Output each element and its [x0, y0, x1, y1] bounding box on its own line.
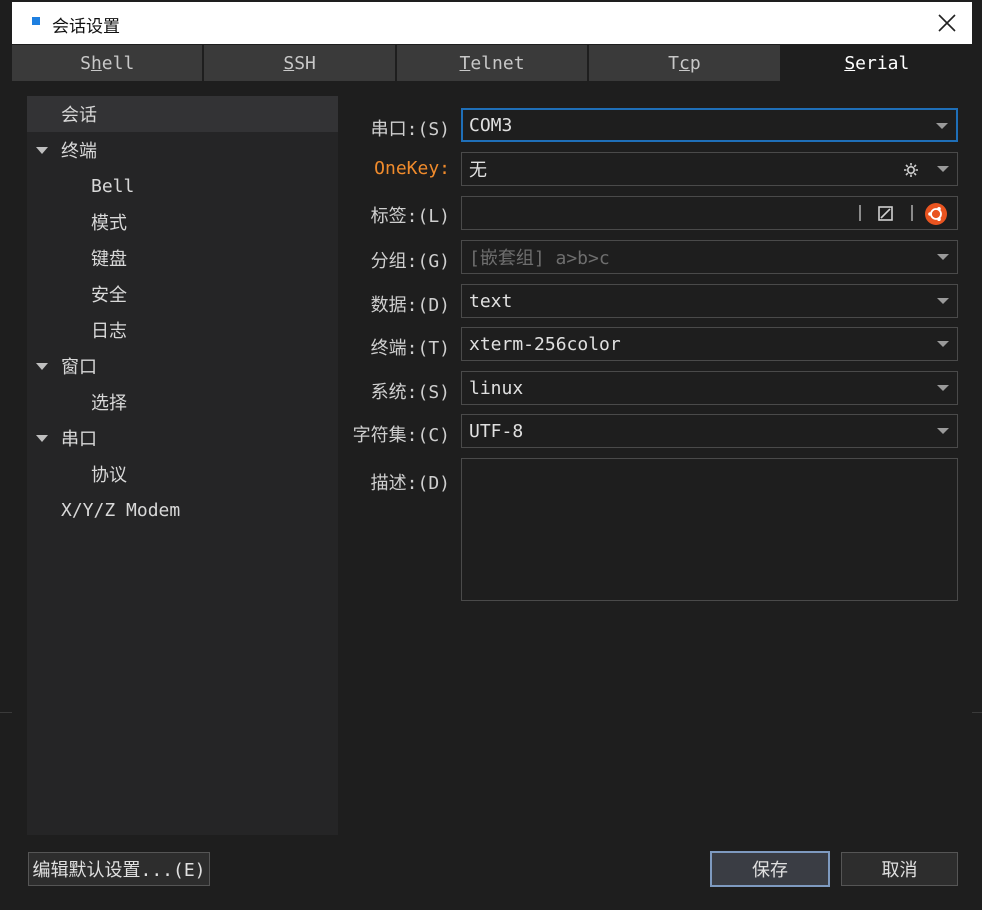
system-select[interactable]: linux: [461, 371, 958, 405]
edit-defaults-button[interactable]: 编辑默认设置...(E): [28, 852, 210, 886]
title-bar: 会话设置: [12, 2, 972, 44]
tree-item-label: 日志: [91, 321, 127, 342]
group-select[interactable]: [嵌套组] a>b>c: [461, 240, 958, 274]
tree-item-xyz-modem[interactable]: X/Y/Z Modem: [61, 492, 180, 528]
tab-label: p: [689, 52, 701, 74]
tree-item-mode[interactable]: 模式: [91, 204, 127, 240]
close-icon: [938, 14, 956, 32]
port-value: COM3: [469, 114, 513, 136]
chevron-down-icon: [937, 254, 949, 260]
tab-label: T: [668, 52, 679, 74]
tab-label: erial: [855, 52, 910, 74]
tab-telnet[interactable]: Telnet: [396, 45, 590, 81]
expand-arrow-icon[interactable]: [36, 147, 48, 154]
tab-label: S: [80, 52, 91, 74]
tree-item-bell[interactable]: Bell: [91, 168, 134, 204]
chevron-down-icon: [937, 385, 949, 391]
window-title: 会话设置: [52, 17, 120, 37]
tree-item-label: X/Y/Z Modem: [61, 499, 181, 521]
close-button[interactable]: [922, 2, 972, 44]
tab-ssh[interactable]: S SH: [204, 45, 397, 81]
tree-item-label: Bell: [91, 175, 135, 197]
tree-item-log[interactable]: 日志: [91, 312, 127, 348]
tab-mnemonic: S: [844, 52, 856, 74]
clear-icon[interactable]: [878, 206, 893, 221]
frame-divider: [0, 712, 12, 713]
tree-item-label: 终端: [61, 141, 97, 162]
tab-bar: Sh ell S SH Telnet Tcp Serial: [12, 45, 973, 81]
tag-label: 标签:(L): [370, 206, 450, 227]
tree-item-window[interactable]: 窗口: [61, 348, 97, 384]
tree-item-session[interactable]: 会话: [27, 96, 338, 132]
tab-mnemonic: S: [283, 52, 295, 74]
onekey-value: 无: [469, 160, 487, 181]
chevron-down-icon: [937, 341, 949, 347]
port-select[interactable]: COM3: [461, 108, 958, 142]
terminal-select[interactable]: xterm-256color: [461, 327, 958, 361]
tree-item-terminal[interactable]: 终端: [61, 132, 97, 168]
tab-shell[interactable]: Sh ell: [12, 45, 205, 81]
settings-tree: 会话 终端 Bell 模式 键盘 安全 日志 窗口 选择 串口 协议 X/Y/Z…: [27, 96, 338, 835]
tab-label: elnet: [470, 52, 525, 74]
system-label: 系统:(S): [370, 382, 450, 403]
tab-serial[interactable]: Serial: [781, 45, 973, 81]
tree-item-keyboard[interactable]: 键盘: [91, 240, 127, 276]
tree-item-protocol[interactable]: 协议: [91, 456, 127, 492]
tab-mnemonic: h: [90, 52, 102, 74]
tree-item-label: 模式: [91, 213, 127, 234]
tab-mnemonic: c: [679, 52, 690, 74]
tree-item-label: 键盘: [91, 249, 127, 270]
frame-divider: [972, 712, 982, 713]
charset-value: UTF-8: [469, 420, 524, 442]
group-placeholder: [嵌套组] a>b>c: [469, 248, 610, 269]
expand-arrow-icon[interactable]: [36, 363, 48, 370]
app-icon: [32, 17, 40, 25]
tab-mnemonic: T: [459, 52, 471, 74]
chevron-down-icon: [937, 428, 949, 434]
save-button[interactable]: 保存: [710, 851, 830, 887]
dialog-body: Sh ell S SH Telnet Tcp Serial 会话 终端 Bell 模…: [12, 44, 973, 902]
tab-tcp[interactable]: Tcp: [589, 45, 782, 81]
chevron-down-icon: [937, 298, 949, 304]
tree-item-security[interactable]: 安全: [91, 276, 127, 312]
chevron-down-icon: [936, 123, 948, 129]
onekey-select[interactable]: 无: [461, 152, 958, 186]
tree-item-selection[interactable]: 选择: [91, 384, 127, 420]
tree-item-serial[interactable]: 串口: [61, 420, 97, 456]
chevron-down-icon: [937, 166, 949, 172]
gear-icon[interactable]: [903, 162, 919, 178]
cancel-button[interactable]: 取消: [841, 852, 958, 886]
charset-label: 字符集:(C): [352, 425, 450, 446]
onekey-label: OneKey:: [374, 158, 450, 179]
tree-item-label: 窗口: [61, 357, 97, 378]
tree-item-label: 选择: [91, 393, 127, 414]
charset-select[interactable]: UTF-8: [461, 414, 958, 448]
tree-item-label: 会话: [61, 105, 97, 126]
tag-input[interactable]: [461, 196, 958, 230]
description-textarea[interactable]: [461, 458, 958, 601]
ubuntu-icon[interactable]: [925, 203, 947, 225]
separator: [911, 205, 913, 221]
data-value: text: [469, 290, 513, 312]
separator: [859, 205, 861, 221]
tab-label: ell: [101, 52, 135, 74]
tree-item-label: 串口: [61, 429, 97, 450]
expand-arrow-icon[interactable]: [36, 435, 48, 442]
tree-item-label: 安全: [91, 285, 127, 306]
description-label: 描述:(D): [370, 473, 450, 494]
data-label: 数据:(D): [370, 295, 450, 316]
system-value: linux: [469, 377, 524, 399]
tab-label: SH: [294, 52, 316, 74]
terminal-label: 终端:(T): [370, 338, 450, 359]
tree-item-label: 协议: [91, 465, 127, 486]
port-label: 串口:(S): [370, 119, 450, 140]
terminal-value: xterm-256color: [469, 333, 621, 355]
group-label: 分组:(G): [370, 251, 450, 272]
data-select[interactable]: text: [461, 284, 958, 318]
